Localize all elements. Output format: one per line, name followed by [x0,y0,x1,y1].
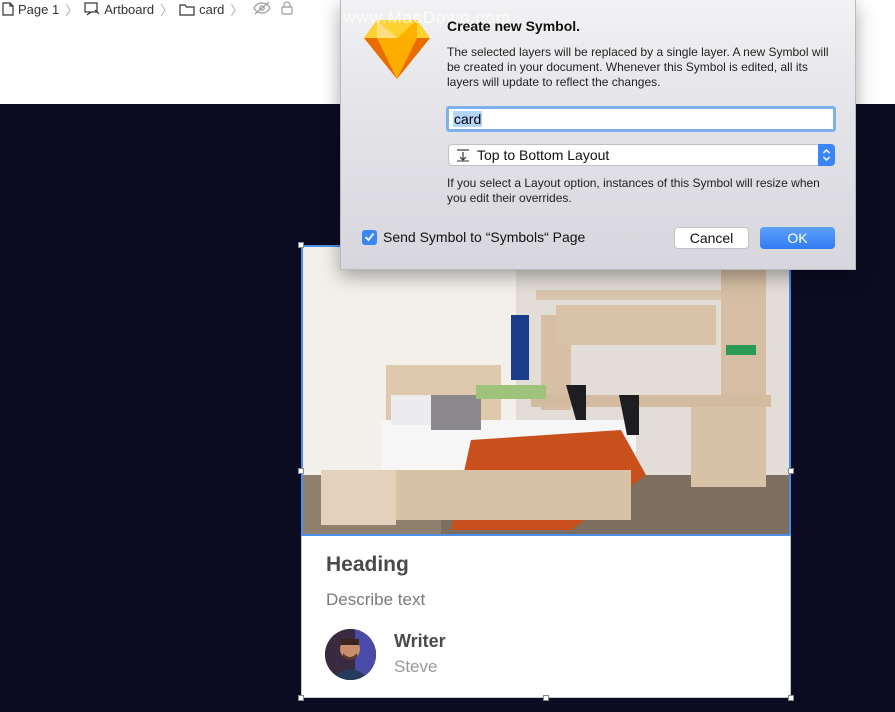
resize-handle-left[interactable] [298,468,304,474]
breadcrumb-separator: 〉 [160,2,174,18]
artboard-icon [84,2,100,16]
breadcrumb-card-label: card [199,1,225,17]
chevron-updown-icon[interactable] [818,144,835,166]
cancel-button[interactable]: Cancel [674,227,749,249]
ok-button[interactable]: OK [760,227,835,249]
card-heading: Heading [326,553,409,576]
resize-handle-right[interactable] [788,468,794,474]
resize-handle-bottom-right[interactable] [788,695,794,701]
layout-hint: If you select a Layout option, instances… [447,176,820,205]
folder-icon [179,3,195,16]
breadcrumb-card[interactable]: card [177,2,226,17]
breadcrumb: Page 1 〉 Artboard 〉 card 〉 [0,0,294,18]
writer-label: Writer [394,631,446,651]
create-symbol-dialog: www.MacDown.com Create new Symbol. The s… [340,0,856,270]
breadcrumb-page-label: Page 1 [18,1,60,17]
send-symbol-label: Send Symbol to “Symbols“ Page [383,229,586,245]
avatar [325,629,376,680]
top-to-bottom-layout-icon [449,148,477,162]
dialog-title: Create new Symbol. [447,18,581,34]
breadcrumb-artboard[interactable]: Artboard [82,2,156,17]
card-component[interactable]: Heading Describe text Writer Steve [301,245,791,697]
resize-handle-bottom[interactable] [543,695,549,701]
writer-name: Steve [394,657,438,676]
bedroom-photo[interactable] [301,245,791,535]
send-symbol-checkbox[interactable] [362,229,377,245]
layout-select[interactable]: Top to Bottom Layout [448,144,835,166]
hidden-eye-icon[interactable] [253,1,272,18]
breadcrumb-page[interactable]: Page 1 [0,2,61,17]
breadcrumb-separator: 〉 [230,2,244,18]
sketch-logo-icon [363,18,431,85]
lock-icon[interactable] [281,0,294,18]
resize-handle-top-left[interactable] [298,242,304,248]
layout-select-value: Top to Bottom Layout [477,147,610,163]
page-icon [2,2,14,16]
dialog-description: The selected layers will be replaced by … [447,45,829,89]
symbol-name-input[interactable]: card [446,106,836,132]
card-description: Describe text [326,590,426,609]
breadcrumb-artboard-label: Artboard [104,1,155,17]
breadcrumb-separator: 〉 [65,2,79,18]
symbol-name-value: card [453,111,483,127]
send-to-symbols-option[interactable]: Send Symbol to “Symbols“ Page [362,229,585,245]
resize-handle-bottom-left[interactable] [298,695,304,701]
